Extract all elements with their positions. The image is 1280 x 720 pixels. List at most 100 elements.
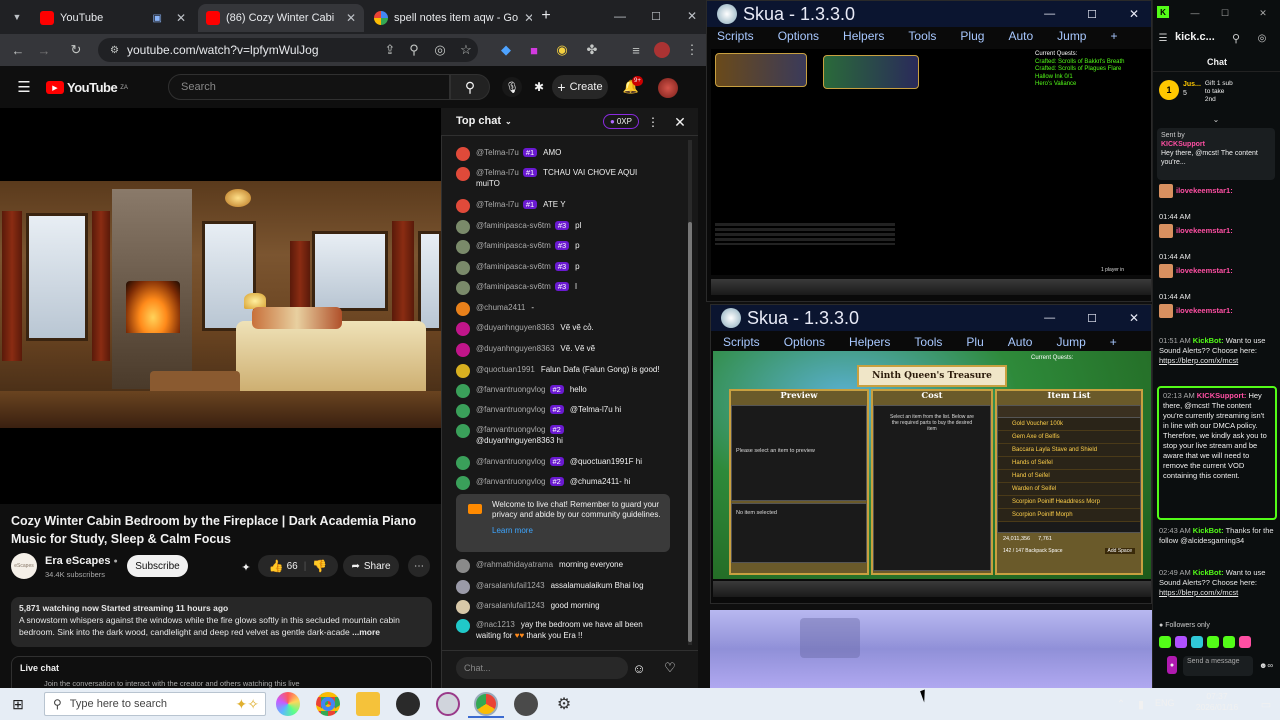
tab-close-icon[interactable]: ✕ bbox=[524, 11, 532, 25]
notifications-icon[interactable]: ▭ bbox=[1258, 696, 1274, 712]
emote-row[interactable] bbox=[1159, 636, 1251, 648]
search-icon[interactable]: ⚲ bbox=[1229, 31, 1243, 45]
send-message-input[interactable]: Send a message bbox=[1183, 656, 1253, 676]
chat-username[interactable]: @fanvantruongvlog bbox=[476, 477, 546, 486]
tab-youtube[interactable]: YouTube ▣ ✕ bbox=[32, 4, 194, 32]
game-viewport[interactable]: Current Quests: Crafted: Scrolls of Bakk… bbox=[711, 49, 1151, 275]
reload-icon[interactable]: ↻ bbox=[66, 40, 86, 60]
site-info-icon[interactable]: ⚙ bbox=[110, 45, 119, 56]
chat-username[interactable]: @faminipasca-sv6tm bbox=[476, 262, 551, 271]
user-avatar[interactable] bbox=[456, 424, 470, 438]
learn-more-link[interactable]: Learn more bbox=[492, 526, 662, 536]
maximize-icon[interactable]: ☐ bbox=[1219, 6, 1231, 20]
filter-tabs[interactable] bbox=[998, 406, 1140, 418]
user-avatar[interactable] bbox=[456, 322, 470, 336]
chat-username[interactable]: @quoctuan1991 bbox=[476, 365, 535, 374]
language-indicator[interactable]: ENG bbox=[1155, 698, 1175, 708]
user-avatar[interactable] bbox=[456, 404, 470, 418]
user-avatar[interactable] bbox=[456, 240, 470, 254]
close-window-icon[interactable]: ✕ bbox=[684, 8, 700, 24]
channel-name[interactable]: Era eScapes ● bbox=[45, 555, 118, 567]
thumbs-down-icon[interactable]: 👎 bbox=[312, 559, 327, 573]
user-avatar[interactable] bbox=[456, 147, 470, 161]
extension-icon[interactable]: ■ bbox=[524, 40, 544, 60]
user-avatar[interactable] bbox=[1159, 304, 1173, 318]
show-more-link[interactable]: ...more bbox=[352, 627, 380, 637]
tab-close-icon[interactable]: ✕ bbox=[346, 11, 356, 25]
new-tab-icon[interactable]: + bbox=[538, 7, 554, 24]
user-avatar[interactable] bbox=[456, 167, 470, 181]
close-icon[interactable]: ✕ bbox=[1129, 7, 1139, 21]
eye-slash-icon[interactable]: ◎ bbox=[430, 40, 450, 60]
speaker-icon[interactable]: ▮ bbox=[1134, 696, 1148, 712]
chevron-down-icon[interactable]: ⌄ bbox=[1209, 114, 1223, 124]
shop-item-row[interactable]: Gold Voucher 100k bbox=[998, 418, 1140, 431]
share-button[interactable]: ➦ Share bbox=[343, 555, 399, 577]
youtube-logo[interactable]: ▶ YouTube ZA bbox=[46, 80, 128, 95]
item-list[interactable]: Gold Voucher 100k Gem Axe of Belfis Baccar… bbox=[997, 405, 1141, 533]
maximize-icon[interactable]: ☐ bbox=[1087, 8, 1097, 21]
pinned-message[interactable]: Sent by KICKSupport Hey there, @mcst! Th… bbox=[1157, 128, 1275, 180]
chat-menu-icon[interactable]: ⋮ bbox=[647, 113, 659, 131]
chat-input[interactable]: Chat... bbox=[456, 657, 628, 679]
windows-start-icon[interactable]: ⊞ bbox=[8, 694, 28, 714]
chat-username[interactable]: ilovekeemstar1: bbox=[1176, 306, 1233, 315]
chat-username[interactable]: @faminipasca-sv6tm bbox=[476, 241, 551, 250]
profile-avatar-icon[interactable] bbox=[654, 42, 670, 58]
account-avatar[interactable] bbox=[658, 78, 678, 98]
chevron-up-icon[interactable]: ⌃ bbox=[1114, 696, 1128, 712]
app-icon[interactable] bbox=[436, 692, 460, 716]
emote-picker-icon[interactable]: ☻∞ bbox=[1257, 658, 1275, 672]
extension-icon[interactable]: ◆ bbox=[496, 40, 516, 60]
extension-icon[interactable]: ◉ bbox=[552, 40, 572, 60]
chat-username[interactable]: ilovekeemstar1: bbox=[1176, 266, 1233, 275]
forward-icon[interactable]: → bbox=[34, 40, 54, 60]
heart-icon[interactable]: ♡ bbox=[662, 660, 678, 676]
clock[interactable]: 07:37 2026/01/16 bbox=[1182, 691, 1252, 713]
steam-icon[interactable] bbox=[396, 692, 420, 716]
tab-close-icon[interactable]: ✕ bbox=[176, 11, 186, 25]
blerp-link[interactable]: https://blerp.com/x/mcst bbox=[1159, 588, 1238, 597]
chat-username[interactable]: @Telma-l7u bbox=[476, 200, 519, 209]
chrome-icon[interactable] bbox=[316, 692, 340, 716]
chat-username[interactable]: ilovekeemstar1: bbox=[1176, 226, 1233, 235]
minimize-icon[interactable]: — bbox=[612, 8, 628, 24]
chat-username[interactable]: @fanvantruongvlog bbox=[476, 425, 546, 434]
shop-item-row[interactable]: Scorpion Poiniff Headdress Morp bbox=[998, 496, 1140, 509]
subscribe-button[interactable]: Subscribe bbox=[127, 555, 188, 577]
top-chat-dropdown[interactable]: Top chat ⌄ bbox=[456, 115, 512, 127]
user-avatar[interactable] bbox=[456, 384, 470, 398]
maximize-icon[interactable]: ☐ bbox=[648, 8, 664, 24]
app-icon[interactable] bbox=[514, 692, 538, 716]
user-avatar[interactable] bbox=[1159, 264, 1173, 278]
zoom-icon[interactable]: ⚲ bbox=[404, 40, 424, 60]
more-actions-icon[interactable]: ⋯ bbox=[408, 555, 430, 577]
minimize-icon[interactable]: — bbox=[1044, 312, 1055, 324]
close-icon[interactable]: ✕ bbox=[1257, 6, 1269, 20]
chat-username[interactable]: @fanvantruongvlog bbox=[476, 385, 546, 394]
user-avatar[interactable] bbox=[456, 220, 470, 234]
back-icon[interactable]: ← bbox=[8, 40, 28, 60]
microphone-icon[interactable]: ● bbox=[1167, 656, 1177, 674]
user-avatar[interactable] bbox=[1159, 224, 1173, 238]
minimize-icon[interactable]: — bbox=[1189, 6, 1201, 20]
hamburger-menu-icon[interactable]: ☰ bbox=[14, 79, 34, 96]
chat-username[interactable]: @fanvantruongvlog bbox=[476, 405, 546, 414]
install-icon[interactable]: ⇪ bbox=[380, 40, 400, 60]
youtube-search-input[interactable]: Search bbox=[168, 74, 450, 100]
chat-username[interactable]: @chuma2411 bbox=[476, 303, 525, 312]
minimize-icon[interactable]: — bbox=[1044, 8, 1055, 20]
action-bar[interactable] bbox=[711, 279, 1151, 295]
user-avatar[interactable] bbox=[1159, 184, 1173, 198]
maximize-icon[interactable]: ☐ bbox=[1087, 312, 1097, 325]
user-avatar[interactable] bbox=[456, 580, 470, 594]
chat-username[interactable]: @arsalanlufail1243 bbox=[476, 581, 545, 590]
action-bar[interactable] bbox=[713, 581, 1151, 597]
channel-avatar[interactable]: eScapes bbox=[11, 553, 37, 579]
chat-username[interactable]: @faminipasca-sv6tm bbox=[476, 282, 551, 291]
chat-username[interactable]: @arsalanlufail1243 bbox=[476, 601, 545, 610]
chat-username[interactable]: @rahmathidayatrama bbox=[476, 560, 553, 569]
tab-cozy-winter[interactable]: (86) Cozy Winter Cabi ✕ bbox=[198, 4, 364, 32]
eye-slash-icon[interactable]: ◎ bbox=[1255, 31, 1269, 45]
create-button[interactable]: + Create bbox=[552, 75, 608, 99]
